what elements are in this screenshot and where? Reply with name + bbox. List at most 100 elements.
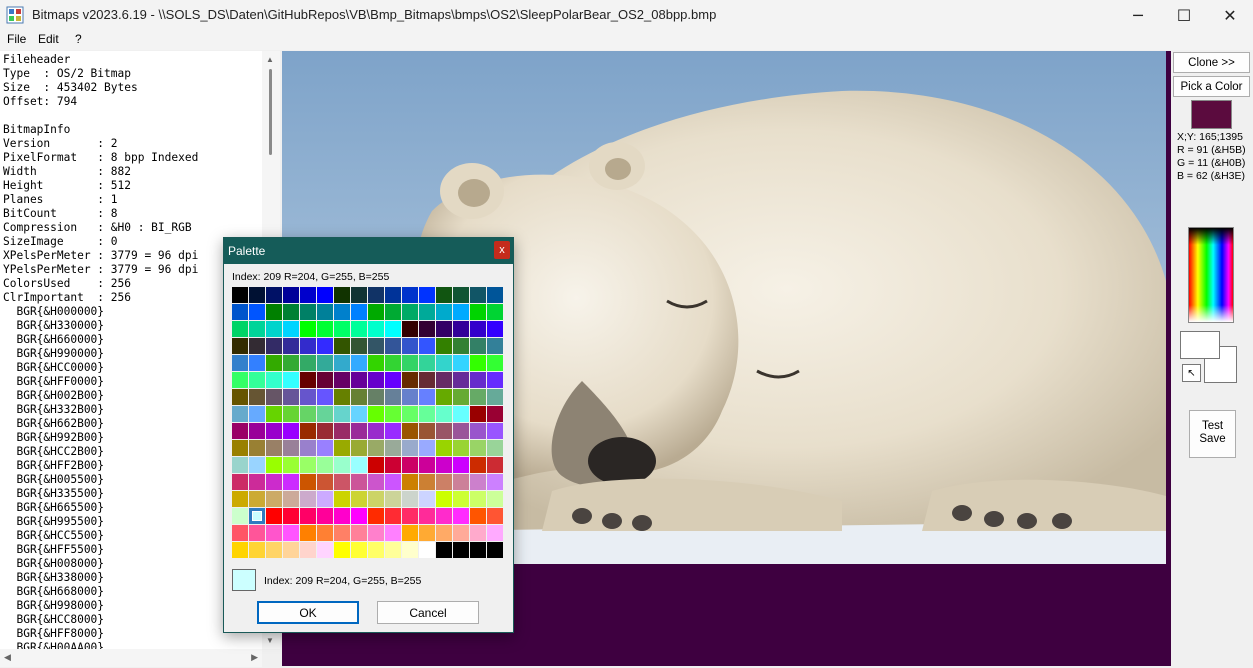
palette-cell[interactable] bbox=[317, 525, 334, 542]
palette-cell[interactable] bbox=[402, 508, 419, 525]
palette-cell[interactable] bbox=[232, 372, 249, 389]
palette-cell[interactable] bbox=[487, 508, 504, 525]
palette-cell[interactable] bbox=[385, 491, 402, 508]
palette-cell[interactable] bbox=[402, 389, 419, 406]
palette-cell[interactable] bbox=[453, 491, 470, 508]
cancel-button[interactable]: Cancel bbox=[377, 601, 479, 624]
palette-cell[interactable] bbox=[368, 304, 385, 321]
palette-cell[interactable] bbox=[419, 474, 436, 491]
palette-close-button[interactable]: x bbox=[494, 241, 510, 259]
palette-cell[interactable] bbox=[470, 440, 487, 457]
palette-cell[interactable] bbox=[283, 474, 300, 491]
palette-cell[interactable] bbox=[385, 474, 402, 491]
palette-cell[interactable] bbox=[453, 457, 470, 474]
palette-cell[interactable] bbox=[317, 491, 334, 508]
palette-cell[interactable] bbox=[266, 440, 283, 457]
palette-cell[interactable] bbox=[300, 440, 317, 457]
palette-cell[interactable] bbox=[436, 542, 453, 559]
palette-cell[interactable] bbox=[232, 423, 249, 440]
minimize-button[interactable]: ─ bbox=[1115, 0, 1161, 30]
palette-cell[interactable] bbox=[249, 304, 266, 321]
palette-cell[interactable] bbox=[453, 406, 470, 423]
palette-cell[interactable] bbox=[453, 423, 470, 440]
palette-cell[interactable] bbox=[249, 474, 266, 491]
palette-cell[interactable] bbox=[402, 525, 419, 542]
palette-cell[interactable] bbox=[436, 508, 453, 525]
close-button[interactable]: ✕ bbox=[1207, 0, 1253, 30]
palette-cell[interactable] bbox=[436, 372, 453, 389]
palette-cell[interactable] bbox=[453, 525, 470, 542]
palette-cell[interactable] bbox=[351, 440, 368, 457]
palette-cell[interactable] bbox=[300, 372, 317, 389]
palette-cell[interactable] bbox=[334, 474, 351, 491]
palette-cell[interactable] bbox=[436, 423, 453, 440]
palette-cell[interactable] bbox=[436, 457, 453, 474]
palette-cell[interactable] bbox=[232, 440, 249, 457]
palette-cell[interactable] bbox=[232, 355, 249, 372]
palette-cell[interactable] bbox=[419, 287, 436, 304]
palette-cell[interactable] bbox=[300, 508, 317, 525]
palette-cell[interactable] bbox=[402, 287, 419, 304]
palette-cell[interactable] bbox=[334, 338, 351, 355]
palette-cell[interactable] bbox=[368, 423, 385, 440]
palette-cell[interactable] bbox=[419, 491, 436, 508]
palette-cell[interactable] bbox=[334, 491, 351, 508]
palette-cell[interactable] bbox=[283, 525, 300, 542]
palette-cell[interactable] bbox=[402, 355, 419, 372]
palette-cell[interactable] bbox=[385, 355, 402, 372]
palette-cell[interactable] bbox=[283, 321, 300, 338]
palette-cell[interactable] bbox=[317, 287, 334, 304]
palette-cell[interactable] bbox=[300, 423, 317, 440]
palette-cell[interactable] bbox=[487, 406, 504, 423]
palette-cell[interactable] bbox=[453, 304, 470, 321]
palette-cell[interactable] bbox=[453, 508, 470, 525]
palette-cell[interactable] bbox=[232, 406, 249, 423]
palette-cell[interactable] bbox=[470, 372, 487, 389]
palette-cell[interactable] bbox=[419, 321, 436, 338]
palette-cell[interactable] bbox=[232, 457, 249, 474]
palette-cell[interactable] bbox=[487, 440, 504, 457]
scroll-left-icon[interactable]: ◀ bbox=[4, 652, 11, 663]
palette-cell[interactable] bbox=[334, 440, 351, 457]
palette-cell[interactable] bbox=[453, 474, 470, 491]
palette-cell[interactable] bbox=[402, 542, 419, 559]
palette-cell[interactable] bbox=[368, 338, 385, 355]
palette-cell[interactable] bbox=[402, 338, 419, 355]
palette-cell[interactable] bbox=[385, 440, 402, 457]
maximize-button[interactable]: ☐ bbox=[1161, 0, 1207, 30]
palette-cell[interactable] bbox=[436, 321, 453, 338]
palette-cell[interactable] bbox=[351, 423, 368, 440]
palette-cell[interactable] bbox=[470, 525, 487, 542]
palette-cell[interactable] bbox=[334, 321, 351, 338]
palette-cell[interactable] bbox=[351, 372, 368, 389]
palette-cell[interactable] bbox=[436, 355, 453, 372]
palette-cell[interactable] bbox=[232, 321, 249, 338]
palette-cell[interactable] bbox=[453, 321, 470, 338]
palette-cell[interactable] bbox=[283, 287, 300, 304]
palette-cell[interactable] bbox=[283, 372, 300, 389]
palette-cell[interactable] bbox=[487, 304, 504, 321]
test-save-button[interactable]: Test Save bbox=[1189, 410, 1236, 458]
palette-cell[interactable] bbox=[385, 542, 402, 559]
palette-cell[interactable] bbox=[351, 474, 368, 491]
palette-cell[interactable] bbox=[402, 304, 419, 321]
palette-cell[interactable] bbox=[487, 525, 504, 542]
palette-cell[interactable] bbox=[266, 287, 283, 304]
palette-cell[interactable] bbox=[232, 542, 249, 559]
palette-cell[interactable] bbox=[368, 457, 385, 474]
palette-cell[interactable] bbox=[419, 542, 436, 559]
palette-cell[interactable] bbox=[453, 287, 470, 304]
palette-cell[interactable] bbox=[232, 304, 249, 321]
palette-cell[interactable] bbox=[266, 423, 283, 440]
palette-cell[interactable] bbox=[351, 355, 368, 372]
palette-cell[interactable] bbox=[368, 372, 385, 389]
palette-cell[interactable] bbox=[317, 355, 334, 372]
palette-cell[interactable] bbox=[436, 474, 453, 491]
palette-cell[interactable] bbox=[249, 321, 266, 338]
palette-cell[interactable] bbox=[283, 423, 300, 440]
palette-cell[interactable] bbox=[283, 338, 300, 355]
palette-cell[interactable] bbox=[368, 406, 385, 423]
palette-cell[interactable] bbox=[317, 338, 334, 355]
palette-cell[interactable] bbox=[351, 287, 368, 304]
palette-cell[interactable] bbox=[300, 338, 317, 355]
